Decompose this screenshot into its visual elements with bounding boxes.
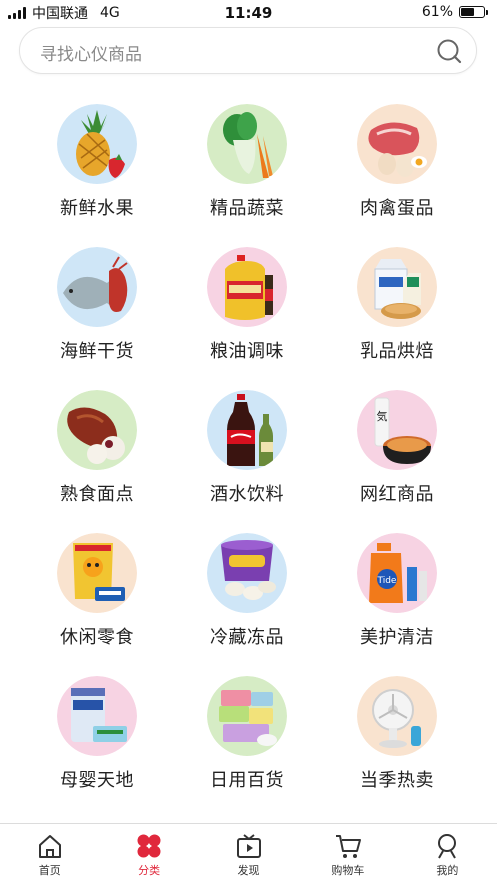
- category-beverages[interactable]: 酒水饮料: [172, 386, 322, 529]
- category-vegetables[interactable]: 精品蔬菜: [172, 100, 322, 243]
- category-beauty-cleaning[interactable]: Tide 美护清洁: [322, 529, 472, 672]
- status-right: 61%: [421, 4, 488, 20]
- category-label: 休闲零食: [60, 627, 134, 648]
- bok-choy-carrot-image: [207, 104, 287, 184]
- tab-category[interactable]: 分类: [99, 824, 198, 884]
- category-label: 肉禽蛋品: [360, 198, 434, 219]
- tab-label: 分类: [138, 864, 161, 877]
- category-label: 粮油调味: [210, 341, 284, 362]
- category-label: 熟食面点: [60, 484, 134, 505]
- category-seafood[interactable]: 海鲜干货: [22, 243, 172, 386]
- fan-image: [357, 676, 437, 756]
- detergent-image: Tide: [357, 533, 437, 613]
- frozen-dumplings-image: [207, 533, 287, 613]
- category-daily-goods[interactable]: 日用百货: [172, 672, 322, 815]
- category-snacks[interactable]: 休闲零食: [22, 529, 172, 672]
- category-frozen[interactable]: 冷藏冻品: [172, 529, 322, 672]
- milk-powder-image: [57, 676, 137, 756]
- battery-percent: 61%: [421, 4, 453, 20]
- category-icon: [137, 834, 161, 858]
- snack-bag-image: [57, 533, 137, 613]
- tab-discover[interactable]: 发现: [199, 824, 298, 884]
- category-fruit[interactable]: 新鲜水果: [22, 100, 172, 243]
- tab-cart[interactable]: 购物车: [298, 824, 397, 884]
- category-meat-eggs[interactable]: 肉禽蛋品: [322, 100, 472, 243]
- video-icon: [236, 834, 261, 858]
- category-deli[interactable]: 熟食面点: [22, 386, 172, 529]
- tab-label: 购物车: [331, 864, 365, 877]
- category-dairy-bakery[interactable]: 乳品烘焙: [322, 243, 472, 386]
- milk-bread-image: [357, 247, 437, 327]
- search-bar[interactable]: 寻找心仪商品: [19, 27, 477, 74]
- user-icon: [438, 834, 457, 859]
- category-mother-baby[interactable]: 母婴天地: [22, 672, 172, 815]
- cooking-oil-image: [207, 247, 287, 327]
- tab-label: 发现: [237, 864, 260, 877]
- meat-eggs-image: [357, 104, 437, 184]
- svg-text:Tide: Tide: [377, 576, 397, 586]
- category-grid: 新鲜水果 精品蔬菜 肉禽蛋品 海鲜干货 粮油调味 乳品烘焙 熟食面点 酒水饮料 …: [22, 100, 472, 815]
- battery-icon: [459, 6, 488, 18]
- pineapple-strawberry-image: [57, 104, 137, 184]
- tab-home[interactable]: 首页: [0, 824, 99, 884]
- tab-label: 首页: [38, 864, 61, 877]
- fish-lobster-image: [57, 247, 137, 327]
- category-label: 当季热卖: [360, 770, 434, 791]
- category-label: 乳品烘焙: [360, 341, 434, 362]
- category-grain-oil[interactable]: 粮油调味: [172, 243, 322, 386]
- tab-label: 我的: [436, 864, 459, 877]
- category-label: 网红商品: [360, 484, 434, 505]
- category-label: 日用百货: [210, 770, 284, 791]
- storage-boxes-image: [207, 676, 287, 756]
- category-label: 新鲜水果: [60, 198, 134, 219]
- category-label: 酒水饮料: [210, 484, 284, 505]
- svg-text:気: 気: [377, 409, 388, 423]
- status-bar: 中国联通 4G 11:49 61%: [0, 0, 497, 26]
- search-icon[interactable]: [436, 38, 462, 64]
- category-seasonal[interactable]: 当季热卖: [322, 672, 472, 815]
- cola-bottle-image: [207, 390, 287, 470]
- tab-profile[interactable]: 我的: [398, 824, 497, 884]
- category-label: 美护清洁: [360, 627, 434, 648]
- cart-icon: [335, 835, 361, 858]
- category-trending[interactable]: 気 网红商品: [322, 386, 472, 529]
- tab-bar: 首页 分类 发现 购物车 我的: [0, 823, 497, 884]
- category-label: 精品蔬菜: [210, 198, 284, 219]
- roast-duck-image: [57, 390, 137, 470]
- instant-noodle-image: 気: [357, 390, 437, 470]
- search-input[interactable]: 寻找心仪商品: [40, 40, 142, 65]
- home-icon: [38, 835, 61, 858]
- category-label: 冷藏冻品: [210, 627, 284, 648]
- category-label: 母婴天地: [60, 770, 134, 791]
- category-label: 海鲜干货: [60, 341, 134, 362]
